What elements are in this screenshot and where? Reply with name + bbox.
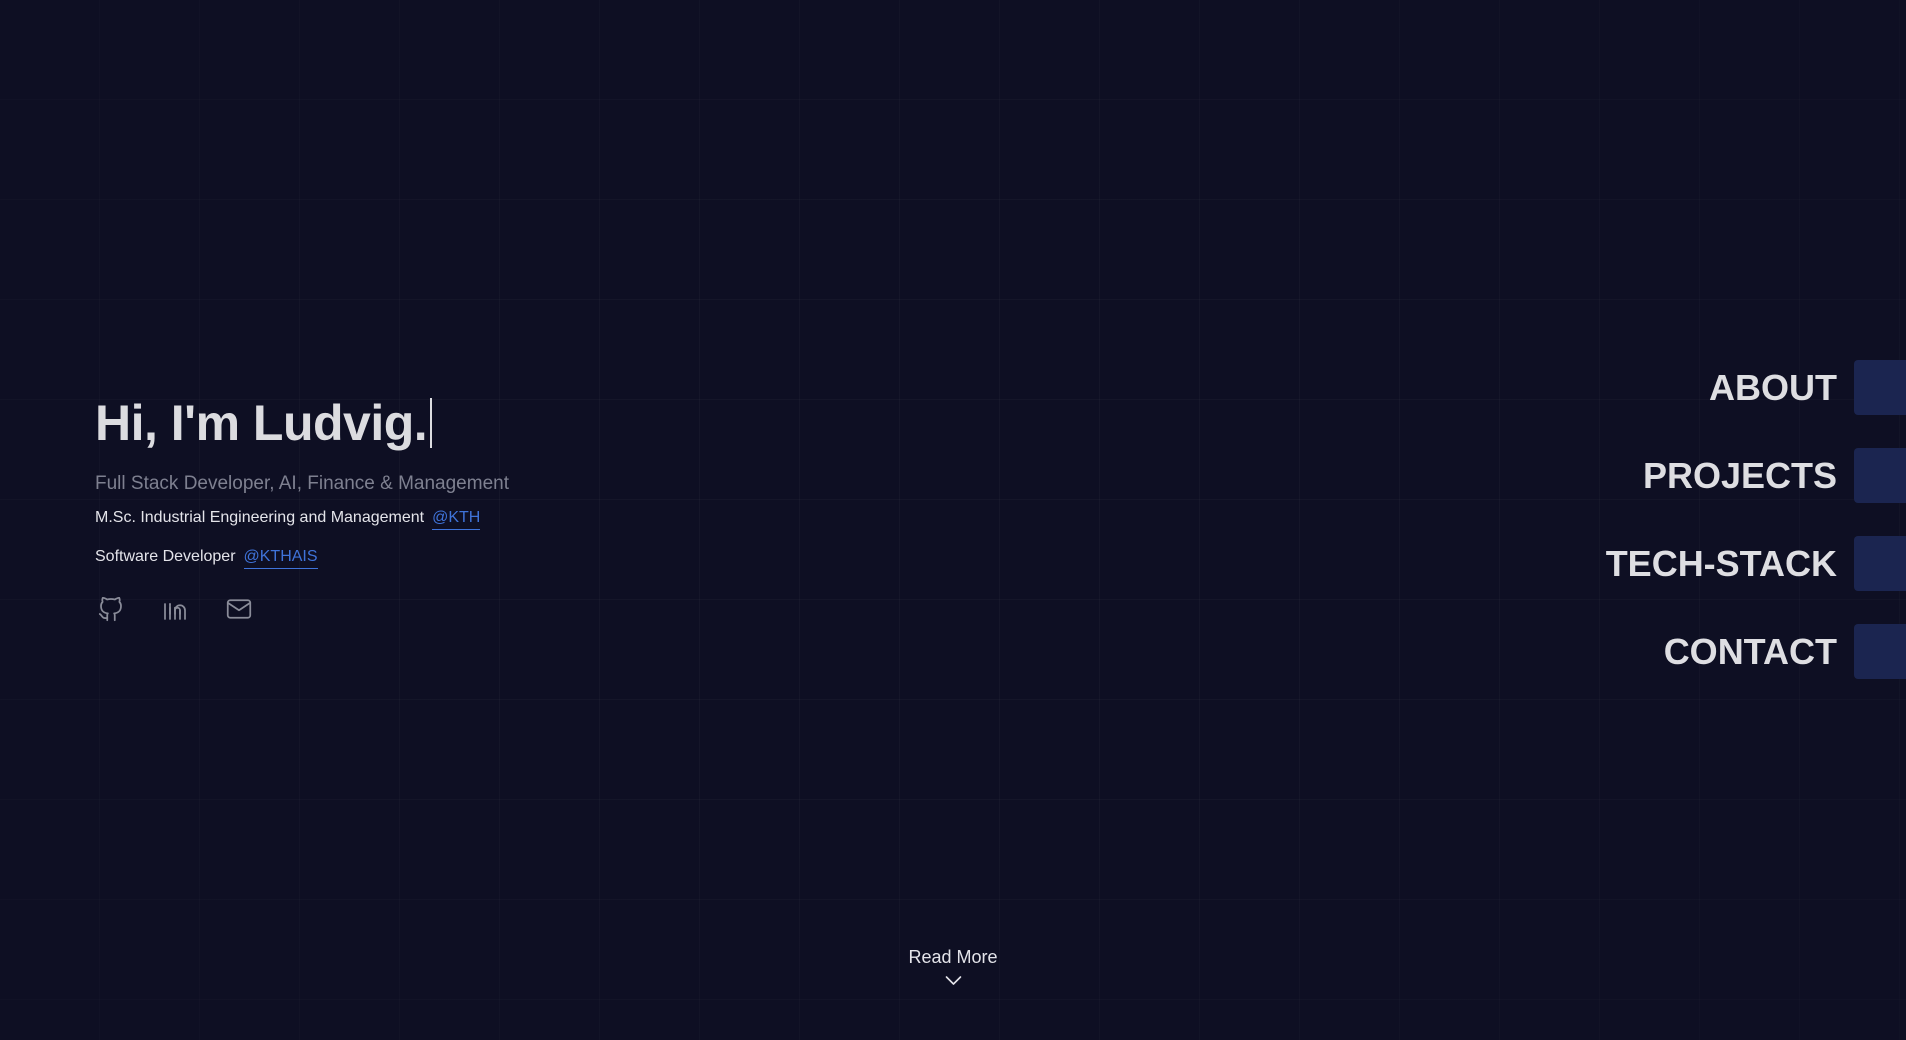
linkedin-icon[interactable] <box>159 593 191 625</box>
role-title: M.Sc. Industrial Engineering and Managem… <box>95 509 425 526</box>
nav-item-projects[interactable]: PROJECTS <box>1643 448 1906 503</box>
page: Hi, I'm Ludvig. Full Stack Developer, AI… <box>0 0 1906 1040</box>
mail-icon[interactable] <box>223 593 255 625</box>
nav-item-label: CONTACT <box>1663 630 1837 672</box>
role-work: Software Developer @KTHAIS <box>95 548 509 569</box>
role-title: Software Developer <box>95 548 236 565</box>
org-link-kth[interactable]: @KTH <box>432 509 481 530</box>
chevron-down-icon <box>945 976 961 985</box>
org-link-kthais[interactable]: @KTHAIS <box>243 548 318 569</box>
hero-subtitle: Full Stack Developer, AI, Finance & Mana… <box>95 473 509 494</box>
nav-item-about[interactable]: ABOUT <box>1709 360 1906 415</box>
nav-item-contact[interactable]: CONTACT <box>1664 624 1906 679</box>
nav-item-label: ABOUT <box>1709 366 1837 408</box>
social-links <box>95 593 509 625</box>
hero-headline: Hi, I'm Ludvig. <box>95 395 509 451</box>
role-education: M.Sc. Industrial Engineering and Managem… <box>95 509 509 530</box>
read-more-label: Read More <box>908 947 998 967</box>
nav-tab <box>1854 360 1906 415</box>
nav-tab <box>1854 536 1906 591</box>
github-icon[interactable] <box>95 593 127 625</box>
nav-item-tech-stack[interactable]: TECH-STACK <box>1606 536 1906 591</box>
nav-item-label: TECH-STACK <box>1605 542 1837 584</box>
hero-section: Hi, I'm Ludvig. Full Stack Developer, AI… <box>95 395 509 625</box>
read-more-button[interactable]: Read More <box>908 947 998 986</box>
nav-tab <box>1854 448 1906 503</box>
nav-tab <box>1854 624 1906 679</box>
nav-item-label: PROJECTS <box>1642 454 1837 496</box>
typing-cursor <box>430 398 433 448</box>
side-nav: ABOUT PROJECTS TECH-STACK CONTACT <box>1606 360 1906 679</box>
hero-headline-text: Hi, I'm Ludvig. <box>95 395 428 451</box>
